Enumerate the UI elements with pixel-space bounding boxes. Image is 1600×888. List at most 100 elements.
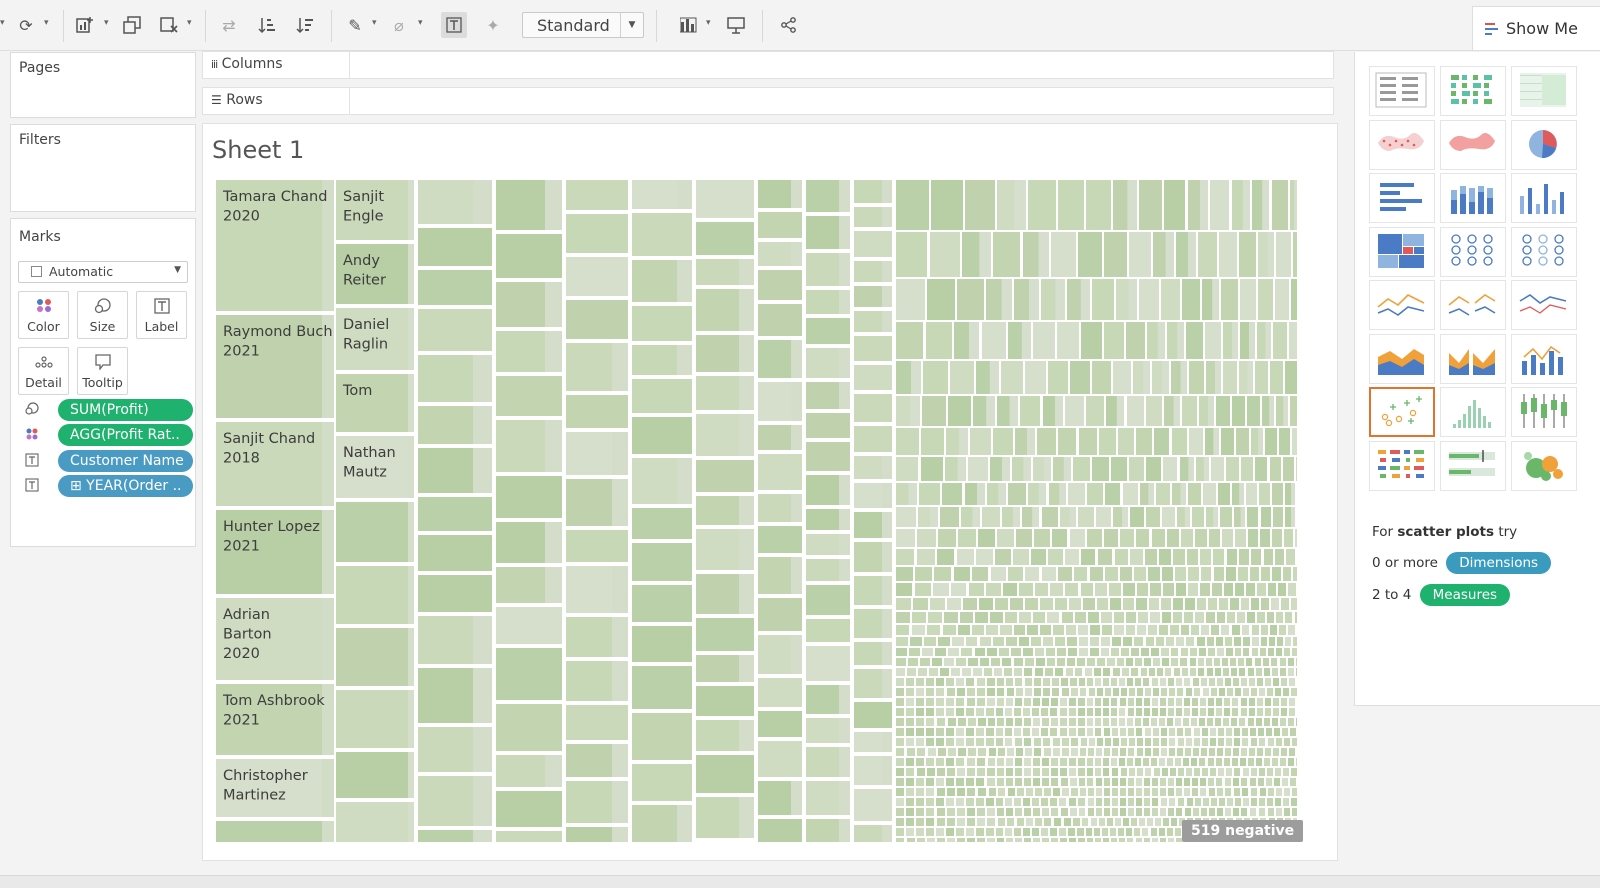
columns-shelf[interactable]: iii Columns (202, 51, 1334, 79)
treemap-tile[interactable] (1213, 507, 1218, 527)
treemap-tile[interactable] (1111, 838, 1117, 842)
treemap-tile[interactable] (1259, 483, 1270, 505)
treemap-tile[interactable] (1176, 678, 1182, 686)
treemap-tile[interactable] (1051, 698, 1058, 706)
treemap-tile[interactable] (1153, 658, 1160, 666)
treemap-tile[interactable] (926, 758, 934, 766)
treemap-tile[interactable] (1151, 758, 1157, 766)
treemap-tile[interactable] (1242, 728, 1248, 736)
treemap-tile[interactable] (1291, 798, 1297, 806)
treemap-tile[interactable] (934, 567, 951, 581)
treemap-tile[interactable] (1259, 738, 1265, 746)
treemap-tile[interactable] (1112, 778, 1118, 786)
treemap-tile[interactable] (1051, 838, 1058, 842)
treemap-tile[interactable] (632, 417, 692, 454)
treemap-tile[interactable] (1087, 483, 1103, 505)
treemap-tile[interactable] (1281, 598, 1289, 610)
treemap-tile[interactable] (1234, 637, 1241, 646)
treemap-tile[interactable] (1188, 457, 1194, 481)
treemap-tile[interactable] (1024, 838, 1031, 842)
treemap-tile[interactable] (1261, 625, 1268, 635)
treemap-tile[interactable] (956, 778, 964, 786)
treemap-tile[interactable] (1032, 728, 1039, 736)
treemap-tile[interactable] (1216, 758, 1222, 766)
treemap-tile[interactable] (950, 361, 974, 394)
treemap-tile[interactable] (677, 180, 692, 209)
treemap-tile[interactable] (1002, 658, 1011, 666)
treemap-tile[interactable] (986, 583, 1001, 596)
treemap-tile[interactable] (946, 778, 954, 786)
treemap-tile[interactable] (1087, 838, 1093, 842)
treemap-tile[interactable] (970, 428, 991, 455)
treemap-tile[interactable] (946, 738, 954, 746)
treemap-tile[interactable] (952, 637, 964, 646)
treemap-tile[interactable] (1293, 567, 1297, 581)
treemap-tile[interactable] (1207, 718, 1213, 726)
treemap-tile[interactable] (1121, 688, 1127, 696)
treemap-tile[interactable] (1184, 678, 1190, 686)
treemap-tile[interactable] (956, 798, 964, 806)
treemap-tile[interactable] (957, 688, 965, 696)
treemap-tile[interactable] (1169, 688, 1175, 696)
treemap-tile[interactable] (995, 549, 1011, 565)
treemap-tile[interactable] (1169, 728, 1175, 736)
treemap-tile[interactable] (1203, 798, 1209, 806)
treemap-tile[interactable] (882, 642, 892, 665)
treemap-tile[interactable] (758, 819, 802, 842)
treemap-tile[interactable] (882, 261, 892, 282)
treemap-tile[interactable] (947, 768, 955, 776)
treemap-tile[interactable] (739, 574, 754, 614)
treemap-tile[interactable] (1232, 758, 1238, 766)
treemap-tile[interactable] (1171, 818, 1177, 826)
treemap-tile[interactable] (1291, 507, 1295, 527)
treemap-tile[interactable] (968, 718, 976, 726)
profit-ratio-pill[interactable]: AGG(Profit Rat.. (58, 424, 193, 446)
treemap-tile[interactable] (1279, 625, 1286, 635)
treemap-tile[interactable] (916, 808, 924, 816)
treemap-tile[interactable] (1123, 483, 1138, 505)
treemap-tile[interactable] (1169, 798, 1175, 806)
presentation-icon[interactable] (724, 13, 748, 37)
treemap-tile[interactable] (1104, 529, 1118, 547)
treemap-tile[interactable] (1102, 828, 1108, 836)
treemap-tile[interactable] (1025, 361, 1046, 394)
treemap-tile[interactable] (896, 798, 904, 806)
treemap-tile[interactable] (1293, 322, 1297, 359)
treemap-tile[interactable] (632, 543, 692, 581)
treemap-tile[interactable] (1292, 788, 1297, 796)
treemap-tile[interactable] (965, 180, 995, 230)
treemap-tile[interactable] (882, 669, 892, 698)
treemap-tile[interactable] (408, 308, 414, 370)
treemap-tile[interactable] (1014, 708, 1021, 716)
treemap-tile[interactable] (1173, 549, 1185, 565)
treemap-tile[interactable] (1197, 598, 1206, 610)
treemap-tile[interactable] (1168, 698, 1174, 706)
treemap-tile[interactable] (936, 728, 944, 736)
treemap-tile[interactable] (1199, 758, 1205, 766)
treemap-tile[interactable] (1006, 758, 1013, 766)
treemap-tile[interactable] (1024, 738, 1031, 746)
treemap-tile[interactable] (408, 752, 414, 798)
treemap-tile[interactable] (1175, 758, 1181, 766)
treemap-tile[interactable] (1141, 668, 1147, 676)
treemap-tile[interactable] (632, 585, 692, 622)
treemap-tile[interactable] (758, 526, 802, 553)
treemap-tile[interactable] (1005, 798, 1012, 806)
treemap-tile[interactable] (739, 496, 754, 525)
treemap-tile[interactable] (926, 322, 952, 359)
treemap-tile[interactable] (1178, 738, 1184, 746)
treemap-tile[interactable] (978, 788, 986, 796)
treemap-tile[interactable] (1261, 637, 1267, 646)
treemap-tile[interactable] (1034, 688, 1041, 696)
treemap-tile[interactable] (1128, 798, 1134, 806)
show-me-lines-continuous[interactable] (1369, 280, 1435, 330)
treemap-tile[interactable] (1240, 507, 1245, 527)
treemap-tile[interactable] (1289, 698, 1295, 706)
treemap-tile[interactable] (896, 738, 904, 746)
treemap-tile[interactable] (1246, 583, 1255, 596)
treemap-tile[interactable] (1089, 738, 1095, 746)
highlight-pen-icon[interactable]: ✎ (343, 13, 367, 37)
treemap-tile[interactable] (612, 617, 628, 657)
treemap-tile[interactable] (896, 698, 904, 706)
treemap-tile[interactable] (1227, 798, 1233, 806)
